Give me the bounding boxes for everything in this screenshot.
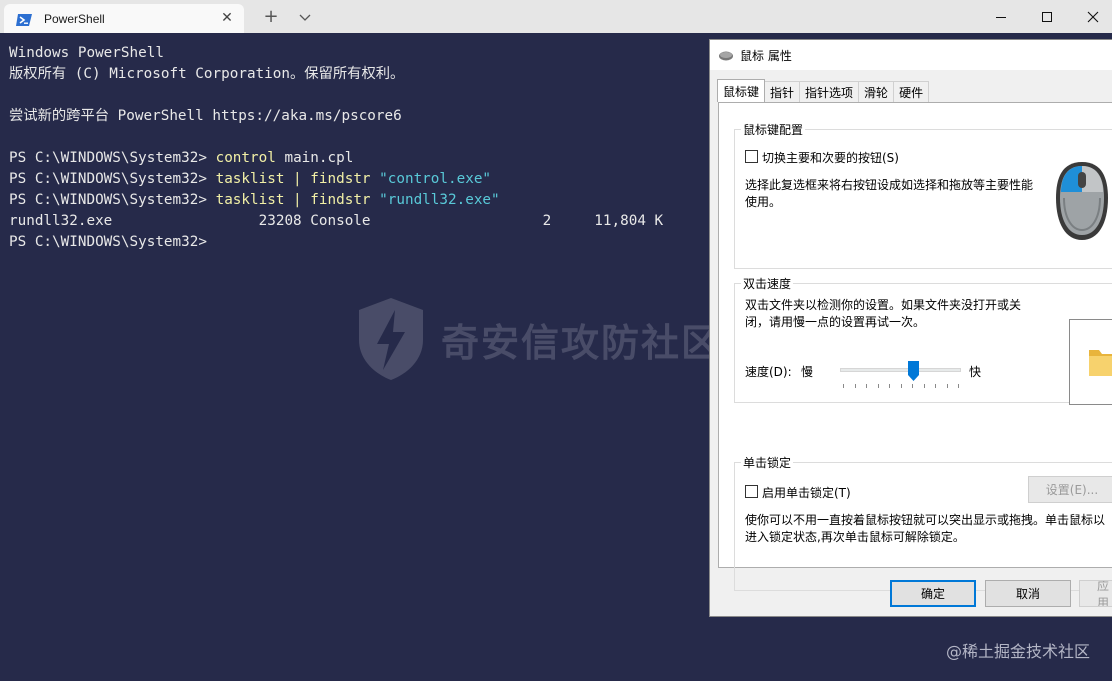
string-text: "control.exe" <box>379 171 492 187</box>
mouse-properties-dialog: 鼠标 属性 鼠标键 指针 指针选项 滑轮 硬件 鼠标键配置 切换主要和次要的按钮… <box>709 39 1112 617</box>
command-text: tasklist | findstr <box>215 171 371 187</box>
cancel-button[interactable]: 取消 <box>985 580 1071 607</box>
mouse-image <box>1056 162 1108 240</box>
slider-tick <box>923 384 925 388</box>
terminal-line: PS C:\WINDOWS\System32> control main.cpl <box>9 148 663 169</box>
group-label: 双击速度 <box>741 275 794 292</box>
switch-buttons-label[interactable]: 切换主要和次要的按钮(S) <box>762 149 899 166</box>
speed-slider-thumb[interactable] <box>907 361 919 381</box>
close-button[interactable] <box>1070 0 1112 33</box>
click-lock-label[interactable]: 启用单击锁定(T) <box>762 484 851 501</box>
terminal-line: 版权所有 (C) Microsoft Corporation。保留所有权利。 <box>9 64 663 85</box>
terminal-text: PS C:\WINDOWS\System32> <box>9 234 207 250</box>
tab-hardware[interactable]: 硬件 <box>893 81 930 102</box>
terminal-output[interactable]: Windows PowerShell 版权所有 (C) Microsoft Cor… <box>9 43 663 253</box>
switch-buttons-description: 选择此复选框来将右按钮设成如选择和拖放等主要性能使用。 <box>745 178 1034 209</box>
new-tab-button[interactable]: + <box>260 6 282 28</box>
speed-label: 速度(D): <box>745 365 792 379</box>
credit-watermark: @稀土掘金技术社区 <box>945 642 1090 661</box>
ok-button[interactable]: 确定 <box>890 580 976 607</box>
dialog-title-bar: 鼠标 属性 <box>710 40 1112 70</box>
command-text: tasklist | findstr <box>215 192 371 208</box>
slider-tick <box>912 384 913 388</box>
fast-label: 快 <box>969 365 982 379</box>
apply-button[interactable]: 应用 <box>1079 580 1112 607</box>
folder-icon <box>1089 350 1112 376</box>
terminal-text: PS C:\WINDOWS\System32> <box>9 192 216 208</box>
slider-tick <box>877 384 879 388</box>
close-icon <box>1087 11 1099 22</box>
slider-tick <box>946 384 948 388</box>
watermark-text: 奇安信攻防社区 <box>441 320 722 365</box>
terminal-line: rundll32.exe 23208 Console 2 11,804 K <box>9 211 663 232</box>
terminal-line: PS C:\WINDOWS\System32> tasklist | finds… <box>9 190 663 211</box>
slow-label: 慢 <box>801 365 814 379</box>
shield-lightning-icon <box>359 298 423 380</box>
maximize-button[interactable] <box>1024 0 1070 33</box>
tab-wheel[interactable]: 滑轮 <box>858 81 895 102</box>
terminal-text: 尝试新的跨平台 PowerShell https://aka.ms/pscore… <box>9 108 402 124</box>
slider-tick <box>900 384 902 388</box>
test-folder[interactable] <box>1069 319 1112 405</box>
dialog-tabs: 鼠标键 指针 指针选项 滑轮 硬件 <box>717 79 930 102</box>
tab-panel: 鼠标键配置 切换主要和次要的按钮(S) 选择此复选框来将右按钮设成如选择和拖放等… <box>718 102 1112 591</box>
terminal-line: PS C:\WINDOWS\System32> <box>9 232 663 253</box>
slider-tick <box>935 384 936 388</box>
terminal-text: PS C:\WINDOWS\System32> <box>9 171 216 187</box>
terminal-line: Windows PowerShell <box>9 43 663 64</box>
terminal-text: Windows PowerShell <box>9 45 164 61</box>
argument-text: main.cpl <box>275 150 354 166</box>
close-tab-icon[interactable]: ✕ <box>220 9 234 27</box>
click-lock-checkbox[interactable] <box>745 485 758 498</box>
tab-pointer-options[interactable]: 指针选项 <box>799 81 860 102</box>
maximize-icon <box>1042 11 1052 22</box>
speed-slider-track[interactable] <box>840 368 961 372</box>
minimize-button[interactable] <box>978 0 1024 33</box>
double-click-group: 双击速度 双击文件夹以检测你的设置。如果文件夹没打开或关闭，请用慢一点的设置再试… <box>734 275 1112 405</box>
group-label: 单击锁定 <box>741 454 794 471</box>
click-lock-settings-button[interactable]: 设置(E)... <box>1028 476 1112 503</box>
tab-title: PowerShell <box>44 11 105 26</box>
group-label: 鼠标键配置 <box>741 121 806 138</box>
minimize-icon <box>996 16 1006 18</box>
argument-text <box>371 171 380 187</box>
tab-powershell[interactable]: PowerShell ✕ <box>4 4 244 33</box>
watermark: 奇安信攻防社区 <box>355 296 721 382</box>
mouse-icon <box>719 51 733 61</box>
terminal-text: 版权所有 (C) Microsoft Corporation。保留所有权利。 <box>9 66 405 82</box>
switch-buttons-checkbox[interactable] <box>745 150 758 163</box>
string-text: "rundll32.exe" <box>379 192 500 208</box>
slider-tick <box>866 384 867 388</box>
slider-tick <box>854 384 856 388</box>
terminal-line: PS C:\WINDOWS\System32> tasklist | finds… <box>9 169 663 190</box>
tab-buttons[interactable]: 鼠标键 <box>717 79 766 102</box>
argument-text <box>371 192 380 208</box>
tab-pointers[interactable]: 指针 <box>764 81 801 102</box>
terminal-line: 尝试新的跨平台 PowerShell https://aka.ms/pscore… <box>9 106 663 127</box>
slider-tick <box>843 384 844 388</box>
chevron-down-icon[interactable] <box>296 7 314 27</box>
button-config-group: 鼠标键配置 切换主要和次要的按钮(S) 选择此复选框来将右按钮设成如选择和拖放等… <box>734 121 1112 269</box>
slider-tick <box>889 384 890 388</box>
title-bar: PowerShell ✕ + <box>0 0 1112 33</box>
dialog-title: 鼠标 属性 <box>740 48 792 63</box>
double-click-description: 双击文件夹以检测你的设置。如果文件夹没打开或关闭，请用慢一点的设置再试一次。 <box>745 298 1022 329</box>
click-lock-description: 使你可以不用一直按着鼠标按钮就可以突出显示或拖拽。单击鼠标以进入锁定状态,再次单… <box>745 513 1106 544</box>
terminal-text: rundll32.exe 23208 Console 2 11,804 K <box>9 213 664 229</box>
click-lock-group: 单击锁定 启用单击锁定(T) 设置(E)... 使你可以不用一直按着鼠标按钮就可… <box>734 454 1112 591</box>
slider-tick <box>958 384 959 388</box>
powershell-icon <box>16 12 32 26</box>
command-text: control <box>215 150 276 166</box>
terminal-text: PS C:\WINDOWS\System32> <box>9 150 216 166</box>
